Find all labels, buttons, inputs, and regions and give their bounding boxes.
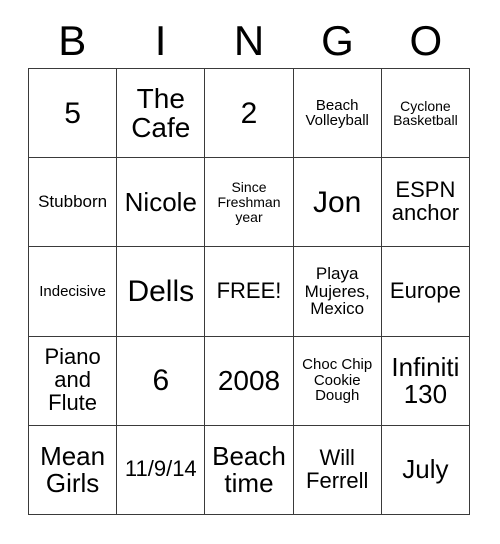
- bingo-cell-label: Jon: [313, 185, 362, 219]
- bingo-cell-label: 11/9/14: [124, 456, 197, 482]
- bingo-header-letter-n: N: [233, 17, 265, 64]
- bingo-cell-label: Nicole: [124, 186, 197, 217]
- bingo-header-letter-o: O: [409, 17, 443, 64]
- bingo-cell-label: Dells: [127, 274, 195, 308]
- bingo-cell-label: The Cafe: [131, 82, 191, 144]
- bingo-cell[interactable]: 11/9/14: [117, 425, 206, 515]
- bingo-cell-label: 2: [240, 96, 258, 130]
- bingo-cell-label: July: [402, 454, 449, 485]
- bingo-cell-label: Choc Chip Cookie Dough: [302, 356, 373, 405]
- bingo-cell[interactable]: ESPN anchor: [381, 158, 470, 248]
- bingo-cell[interactable]: 2008: [205, 336, 294, 426]
- bingo-cell-label: Will Ferrell: [306, 445, 369, 493]
- bingo-cell-label: ESPN anchor: [391, 177, 460, 226]
- bingo-cell-label: Europe: [389, 278, 461, 304]
- bingo-cell-label: Stubborn: [38, 192, 108, 212]
- bingo-cell[interactable]: 5: [29, 69, 118, 159]
- bingo-cell[interactable]: Dells: [117, 247, 206, 337]
- bingo-cell[interactable]: Playa Mujeres, Mexico: [293, 247, 382, 337]
- bingo-cell-label: 2008: [217, 365, 281, 397]
- bingo-cell-label: Beach Volleyball: [305, 96, 369, 130]
- bingo-cell[interactable]: Will Ferrell: [293, 425, 382, 515]
- bingo-cell[interactable]: Infiniti 130: [381, 336, 470, 426]
- bingo-cell-label: Infiniti 130: [391, 351, 460, 409]
- bingo-card: B I N G O 5 The Cafe 2 Beach Volleyball Cycl…: [0, 0, 500, 544]
- bingo-cell[interactable]: Stubborn: [29, 158, 118, 248]
- bingo-cell[interactable]: Indecisive: [29, 247, 118, 337]
- bingo-header-letter-b: B: [58, 17, 87, 64]
- bingo-cell[interactable]: July: [381, 425, 470, 515]
- bingo-cell-label: Beach time: [212, 440, 286, 498]
- bingo-grid: 5 The Cafe 2 Beach Volleyball Cyclone Basket…: [28, 68, 470, 515]
- bingo-header: B I N G O: [28, 14, 470, 68]
- bingo-cell[interactable]: Beach time: [205, 425, 294, 515]
- bingo-cell[interactable]: Beach Volleyball: [293, 69, 382, 159]
- bingo-cell[interactable]: 6: [117, 336, 206, 426]
- bingo-cell[interactable]: Nicole: [117, 158, 206, 248]
- bingo-cell-label: Since Freshman year: [217, 179, 281, 225]
- bingo-cell[interactable]: Mean Girls: [29, 425, 118, 515]
- bingo-cell[interactable]: The Cafe: [117, 69, 206, 159]
- bingo-cell[interactable]: Jon: [293, 158, 382, 248]
- bingo-cell[interactable]: 2: [205, 69, 294, 159]
- bingo-cell-label: Indecisive: [39, 282, 106, 300]
- bingo-header-letter-g: G: [321, 17, 354, 64]
- bingo-header-letter-i: I: [154, 17, 167, 64]
- bingo-cell-label: Cyclone Basketball: [393, 97, 458, 129]
- bingo-cell[interactable]: Piano and Flute: [29, 336, 118, 426]
- bingo-cell-label: Mean Girls: [40, 440, 106, 498]
- bingo-cell[interactable]: Europe: [381, 247, 470, 337]
- bingo-cell-label: 5: [64, 96, 81, 130]
- bingo-cell[interactable]: Since Freshman year: [205, 158, 294, 248]
- bingo-cell[interactable]: Cyclone Basketball: [381, 69, 470, 159]
- bingo-cell-label: Piano and Flute: [44, 344, 101, 416]
- bingo-cell-label: 6: [152, 364, 170, 398]
- bingo-cell-label: FREE!: [216, 278, 282, 304]
- bingo-cell-label: Playa Mujeres, Mexico: [304, 263, 370, 319]
- bingo-cell[interactable]: Choc Chip Cookie Dough: [293, 336, 382, 426]
- bingo-free-space[interactable]: FREE!: [205, 247, 294, 337]
